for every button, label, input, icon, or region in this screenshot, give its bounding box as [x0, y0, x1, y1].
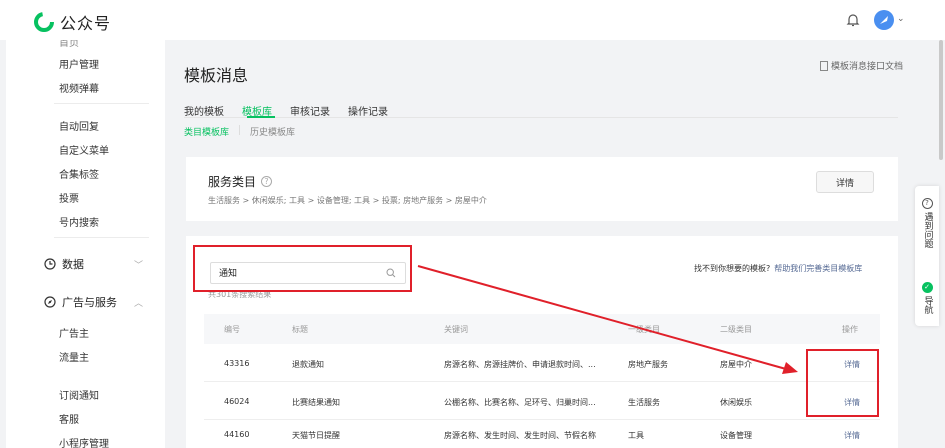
sidebar-group-data[interactable]: 数据 ﹀: [44, 256, 143, 272]
app-title: 公众号: [60, 14, 112, 33]
avatar-icon[interactable]: [874, 10, 894, 30]
cell-category-2: 休闲娱乐: [720, 398, 752, 407]
sidebar-item-in-account-search[interactable]: 号内搜索: [59, 214, 99, 229]
service-title-text: 服务类目: [208, 175, 257, 189]
cell-category-2: 设备管理: [720, 431, 752, 440]
table-row: 46024 比赛结果通知 公棚名称、比赛名称、足环号、归巢时间... 生活服务 …: [204, 384, 880, 420]
divider: [54, 103, 149, 104]
service-category-title: 服务类目 ?: [208, 173, 273, 190]
cell-category-2: 房屋中介: [720, 360, 752, 369]
chevron-down-icon[interactable]: ⌄: [897, 14, 905, 24]
tab-operation-records[interactable]: 操作记录: [348, 103, 388, 118]
sidebar-group-label: 数据: [62, 258, 84, 271]
tab-review-records[interactable]: 审核记录: [290, 103, 330, 118]
chevron-down-icon: ﹀: [134, 260, 144, 271]
sidebar-item-auto-reply[interactable]: 自动回复: [59, 118, 99, 133]
chevron-up-icon: ︿: [134, 298, 144, 309]
column-header-title: 标题: [292, 325, 308, 334]
sidebar-group-label: 广告与服务: [62, 296, 117, 309]
subtab-history-library[interactable]: 历史模板库: [250, 125, 295, 138]
sidebar-group-ads[interactable]: 广告与服务 ︿: [44, 294, 143, 310]
column-header-id: 编号: [224, 325, 240, 334]
nav-button[interactable]: ✓ 导航: [920, 282, 934, 314]
service-category-card: 服务类目 ? 生活服务 > 休闲娱乐; 工具 > 设备管理; 工具 > 投票; …: [186, 157, 898, 221]
compass-icon: [44, 296, 56, 308]
cell-category-1: 工具: [628, 431, 644, 440]
cell-keywords: 房源名称、发生时间、发生时间、节假名称: [444, 431, 596, 440]
sidebar-item-collection-tags[interactable]: 合集标签: [59, 166, 99, 181]
document-icon: [820, 60, 828, 71]
column-header-action: 操作: [842, 325, 858, 334]
cell-id: 43316: [224, 359, 250, 368]
table-row: 44160 天猫节日提醒 房源名称、发生时间、发生时间、节假名称 工具 设备管理…: [204, 422, 880, 448]
help-button[interactable]: ? 遇到问题: [920, 198, 934, 248]
sidebar-item-customer-service[interactable]: 客服: [59, 411, 79, 426]
cell-title: 天猫节日提醒: [292, 431, 340, 440]
cell-keywords: 房源名称、房源挂牌价、申请退款时间、...: [444, 360, 596, 369]
table-row: 43316 退款通知 房源名称、房源挂牌价、申请退款时间、... 房地产服务 房…: [204, 346, 880, 382]
help-label: 遇到问题: [922, 212, 933, 248]
subtab-bar: 类目模板库 历史模板库: [184, 125, 309, 138]
table-header: 编号 标题 关键词 一级类目 二级类目 操作: [204, 314, 880, 344]
cell-category-1: 房地产服务: [628, 360, 668, 369]
floating-help-panel: ? 遇到问题 ✓ 导航: [915, 186, 939, 326]
sidebar-item-vote[interactable]: 投票: [59, 190, 79, 205]
sidebar-item-users[interactable]: 用户管理: [59, 56, 99, 71]
nav-label: 导航: [922, 296, 933, 314]
missing-template-help: 找不到你想要的模板? 帮助我们完善类目模板库: [694, 263, 862, 274]
sidebar-item-subscribe-notice[interactable]: 订阅通知: [59, 387, 99, 402]
page-title: 模板消息: [184, 66, 249, 85]
cell-category-1: 生活服务: [628, 398, 660, 407]
sidebar-item-traffic-owner[interactable]: 流量主: [59, 349, 89, 364]
tab-bar: 我的模板 模板库 审核记录 操作记录: [184, 103, 406, 118]
sidebar-item-mini-program[interactable]: 小程序管理: [59, 435, 109, 448]
subtab-category-library[interactable]: 类目模板库: [184, 125, 229, 138]
cell-title: 退款通知: [292, 360, 324, 369]
service-category-path: 生活服务 > 休闲娱乐; 工具 > 设备管理; 工具 > 投票; 房地产服务 >…: [208, 196, 487, 205]
tab-divider: [184, 117, 898, 118]
cell-id: 46024: [224, 397, 250, 406]
sidebar-item-custom-menu[interactable]: 自定义菜单: [59, 142, 109, 157]
wechat-logo-icon: [34, 12, 54, 32]
improve-library-link[interactable]: 帮助我们完善类目模板库: [774, 264, 862, 273]
top-bar: 公众号 ⌄: [0, 0, 945, 40]
cell-title: 比赛结果通知: [292, 398, 340, 407]
sidebar: 首页 用户管理 视频弹幕 自动回复 自定义菜单 合集标签 投票 号内搜索 数据 …: [6, 40, 165, 448]
active-tab-indicator: [247, 116, 275, 118]
api-doc-label: 模板消息接口文档: [831, 62, 904, 72]
question-icon[interactable]: ?: [261, 176, 273, 187]
search-highlight-box: [193, 245, 412, 292]
question-icon: ?: [921, 198, 933, 209]
service-detail-button[interactable]: 详情: [816, 171, 874, 193]
sidebar-item-home[interactable]: 首页: [59, 40, 79, 49]
bell-icon[interactable]: [846, 12, 860, 28]
page-scrollbar[interactable]: [939, 40, 943, 160]
detail-highlight-box: [806, 349, 879, 417]
divider: [54, 237, 149, 238]
cell-id: 44160: [224, 430, 250, 439]
row-detail-link[interactable]: 详情: [844, 430, 860, 441]
clock-icon: [44, 258, 56, 270]
logo[interactable]: 公众号: [34, 10, 111, 34]
tab-my-templates[interactable]: 我的模板: [184, 103, 224, 118]
column-header-category-1: 一级类目: [628, 325, 660, 334]
sidebar-item-video-danmaku[interactable]: 视频弹幕: [59, 80, 99, 95]
cell-keywords: 公棚名称、比赛名称、足环号、归巢时间...: [444, 398, 596, 407]
nav-icon: ✓: [921, 282, 933, 293]
sidebar-item-advertiser[interactable]: 广告主: [59, 325, 89, 340]
api-doc-link[interactable]: 模板消息接口文档: [820, 59, 903, 72]
column-header-category-2: 二级类目: [720, 325, 752, 334]
column-header-keywords: 关键词: [444, 325, 468, 334]
divider: [239, 125, 241, 135]
help-text: 找不到你想要的模板?: [694, 264, 771, 273]
